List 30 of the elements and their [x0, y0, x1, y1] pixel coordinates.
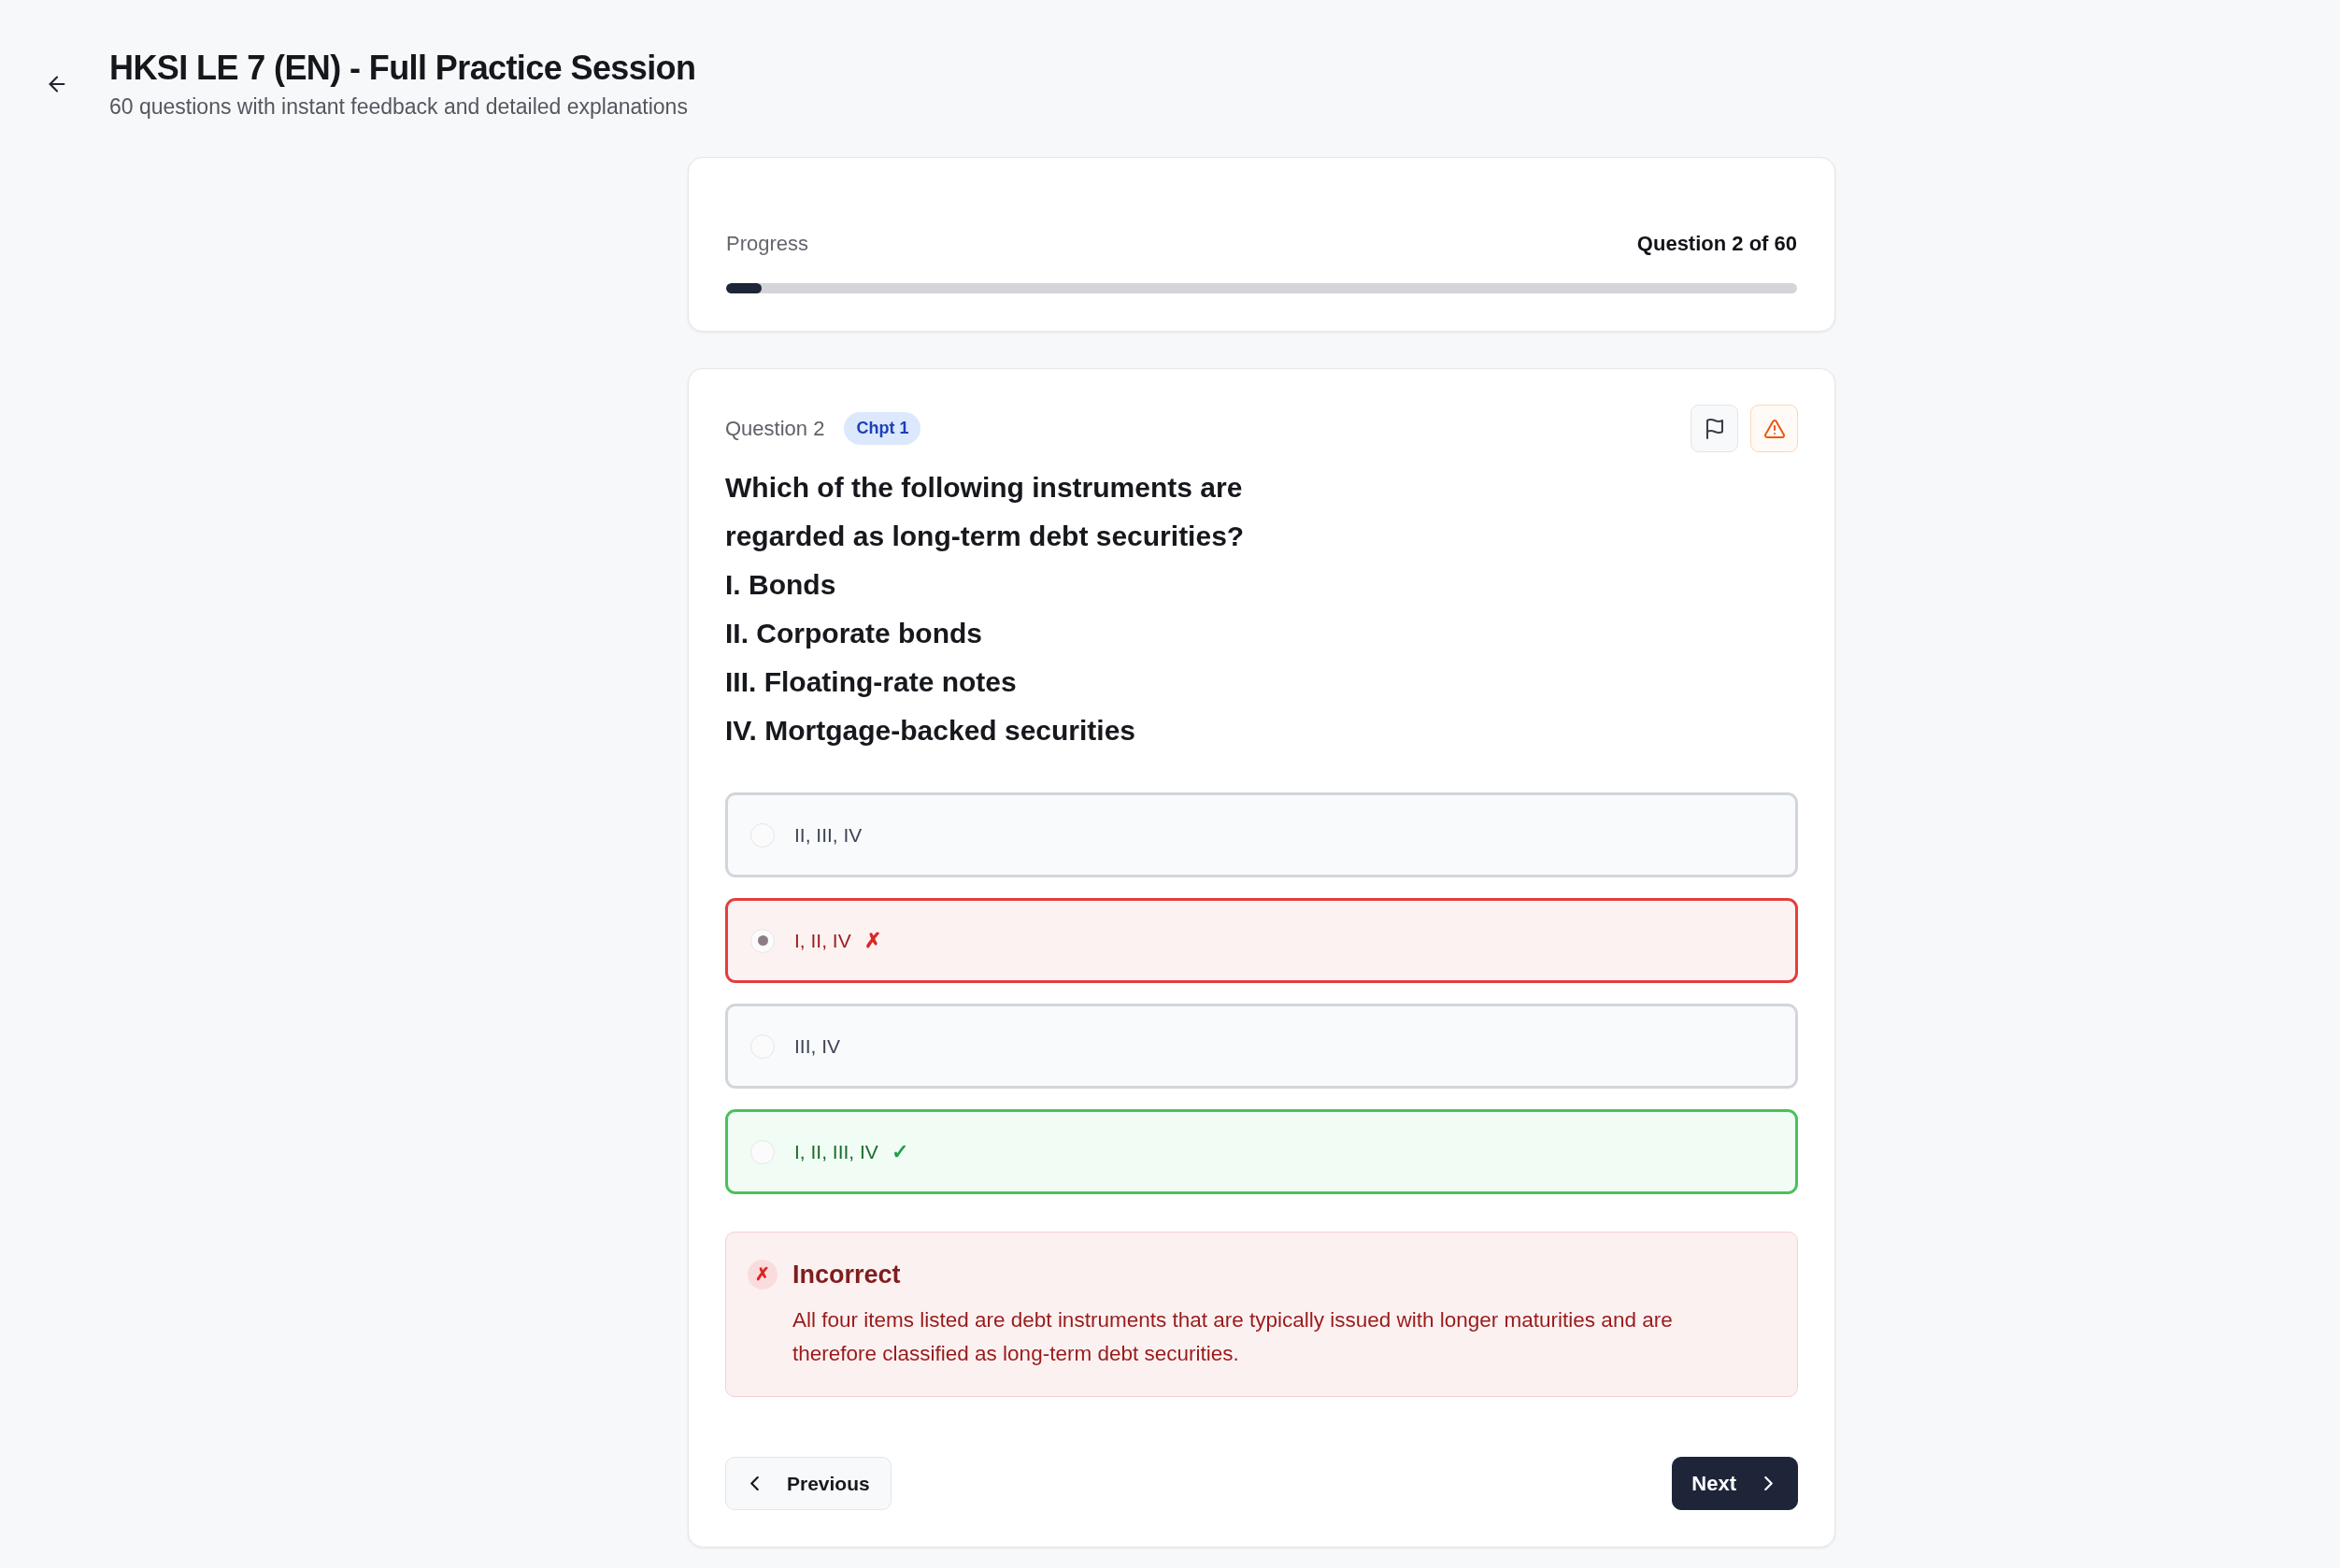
report-button[interactable]	[1750, 405, 1798, 452]
question-statement: IV. Mortgage-backed securities	[725, 714, 1137, 748]
flag-button[interactable]	[1691, 405, 1738, 452]
chapter-tag: Chpt 1	[844, 412, 921, 445]
question-statement: II. Corporate bonds	[725, 617, 983, 650]
question-statement: III. Floating-rate notes	[725, 665, 1018, 699]
page-subtitle: 60 questions with instant feedback and detailed explanations	[109, 93, 689, 120]
cross-mark: ✗	[863, 928, 881, 954]
answer-option[interactable]: II, III, IV	[725, 792, 1798, 877]
answer-option[interactable]: III, IV	[725, 1004, 1798, 1089]
warning-icon	[1763, 418, 1785, 439]
arrow-left-icon	[49, 75, 65, 93]
previous-button[interactable]: Previous	[725, 1457, 892, 1510]
question-counter: Question 2 of 60	[1636, 231, 1797, 257]
progress-label: Progress	[726, 231, 809, 257]
feedback-explanation: All four items listed are debt instruments that are typically issued with longer maturities and are therefore classified as long-term debt securities.	[792, 1307, 1674, 1367]
question-number: Question 2	[725, 415, 825, 442]
radio-button[interactable]	[750, 928, 775, 953]
cross-mark: ✗	[748, 1260, 778, 1290]
feedback-title: Incorrect	[792, 1260, 901, 1290]
page-title: HKSI LE 7 (EN) - Full Practice Session	[109, 48, 696, 88]
check-mark: ✓	[891, 1139, 908, 1165]
chevron-left-icon	[750, 1476, 759, 1490]
answer-option[interactable]: I, II, III, IV ✓	[725, 1109, 1798, 1194]
question-text: Which of the following instruments are regarded as long-term debt securities?	[725, 471, 1246, 553]
flag-icon	[1704, 418, 1725, 439]
chevron-right-icon	[1764, 1476, 1773, 1490]
next-button[interactable]: Next	[1672, 1457, 1798, 1510]
answer-option[interactable]: I, II, IV ✗	[725, 898, 1798, 983]
question-statement: I. Bonds	[725, 568, 837, 602]
